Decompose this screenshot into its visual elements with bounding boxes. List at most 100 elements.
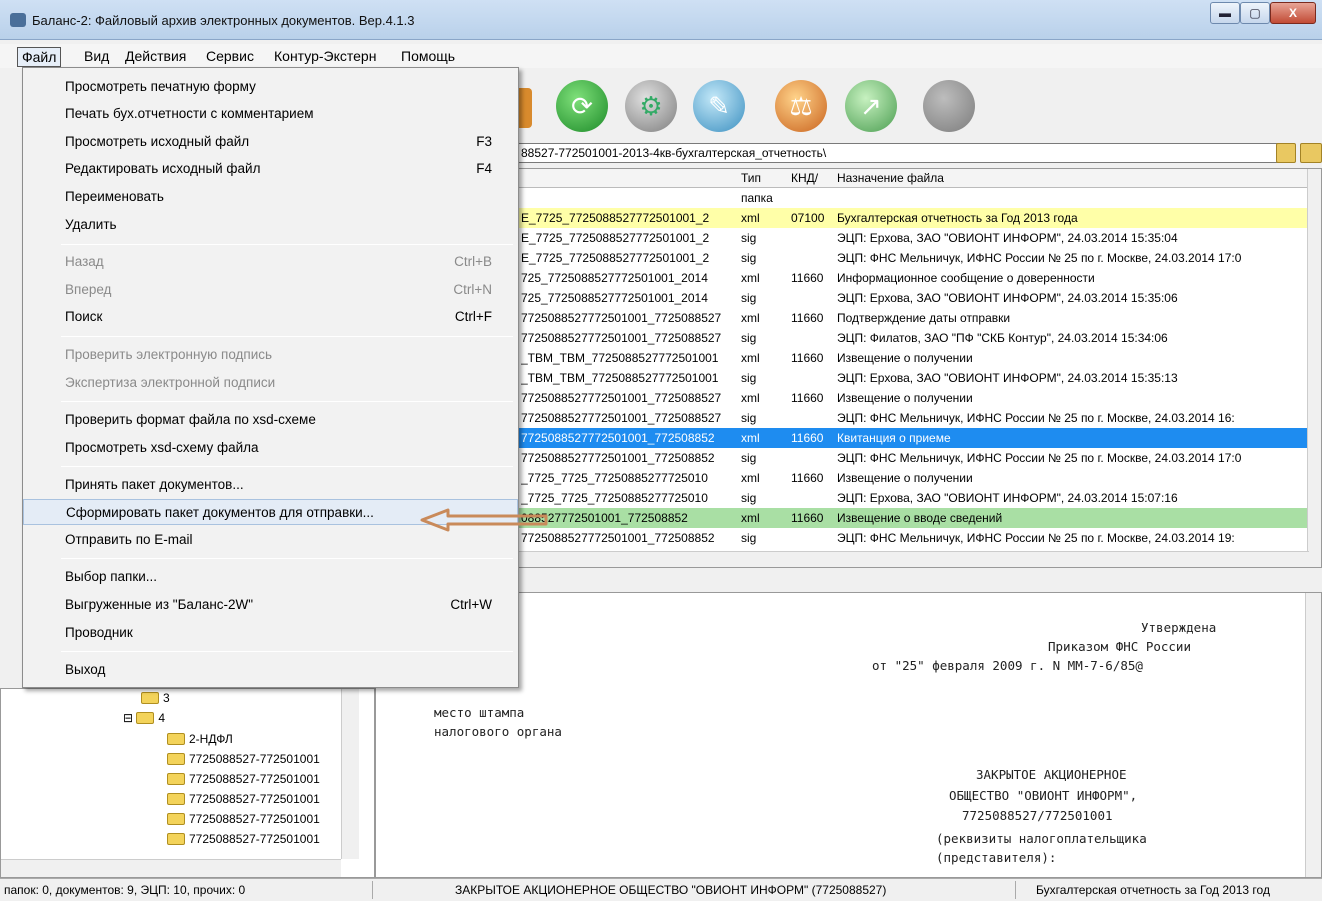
- menu-item-verify-signature[interactable]: Проверить электронную подпись: [23, 342, 518, 368]
- menu-item-shortcut: Ctrl+N: [453, 282, 492, 297]
- folder-up-icon[interactable]: [1276, 143, 1296, 163]
- preview-vscroll[interactable]: [1305, 593, 1321, 877]
- menu-actions[interactable]: Действия: [121, 47, 190, 67]
- file-type: sig: [741, 251, 757, 265]
- menu-item-back[interactable]: Назад Ctrl+B: [23, 249, 518, 275]
- file-row[interactable]: Е_7725_7725088527772501001_2 xml 07100 Бухг…: [519, 208, 1309, 228]
- refresh-icon[interactable]: ⟳: [556, 80, 608, 132]
- disabled-tool-icon[interactable]: [923, 80, 975, 132]
- file-row[interactable]: 7725088527772501001_772508852 xml 11660 Кви…: [519, 428, 1309, 448]
- menu-item-label: Выгруженные из "Баланс-2W": [65, 597, 254, 612]
- menu-item-search[interactable]: Поиск Ctrl+F: [23, 304, 518, 330]
- file-row[interactable]: 725_7725088527772501001_2014 xml 11660 Инфо…: [519, 268, 1309, 288]
- tree-node[interactable]: 7725088527-772501001: [167, 770, 320, 788]
- file-row[interactable]: 7725088527772501001_7725088527 xml 11660 По…: [519, 308, 1309, 328]
- column-type[interactable]: Тип: [741, 171, 761, 185]
- menu-separator: [61, 244, 513, 245]
- column-purpose[interactable]: Назначение файла: [837, 171, 944, 185]
- tree-node-label: 7725088527-772501001: [189, 792, 320, 806]
- file-type: sig: [741, 451, 757, 465]
- file-row[interactable]: папка: [519, 188, 1309, 208]
- menu-item-exported-balance[interactable]: Выгруженные из "Баланс-2W" Ctrl+W: [23, 592, 518, 618]
- file-type: sig: [741, 371, 757, 385]
- tree-node[interactable]: 7725088527-772501001: [167, 790, 320, 808]
- menu-item-shortcut: F3: [476, 134, 492, 149]
- menu-item-edit-source[interactable]: Редактировать исходный файл F4: [23, 156, 518, 182]
- file-type: sig: [741, 491, 757, 505]
- file-knd: 11660: [791, 391, 824, 405]
- menu-item-rename[interactable]: Переименовать: [23, 184, 518, 210]
- menu-item-view-xsd[interactable]: Просмотреть xsd-схему файла: [23, 435, 518, 461]
- tree-node[interactable]: 2-НДФЛ: [167, 730, 233, 748]
- menu-item-accept-package[interactable]: Принять пакет документов...: [23, 472, 518, 498]
- menu-item-label: Проверить формат файла по xsd-схеме: [65, 412, 316, 427]
- file-row[interactable]: 088527772501001_772508852 xml 11660 Извещен…: [519, 508, 1309, 528]
- preview-line: ЗАКРЫТОЕ АКЦИОНЕРНОЕ: [976, 767, 1127, 782]
- file-list-header: Тип КНД/ Назначение файла: [519, 169, 1321, 188]
- column-knd[interactable]: КНД/: [791, 171, 818, 185]
- file-list-vscroll[interactable]: [1307, 169, 1321, 567]
- settings-gears-icon[interactable]: ⚙: [625, 80, 677, 132]
- file-row[interactable]: 7725088527772501001_7725088527 sig ЭЦП: ФН…: [519, 408, 1309, 428]
- menu-item-forward[interactable]: Вперед Ctrl+N: [23, 277, 518, 303]
- file-row[interactable]: _ТВМ_ТВМ_7725088527772501001 sig ЭЦП: Ерхо…: [519, 368, 1309, 388]
- menu-help[interactable]: Помощь: [397, 47, 459, 67]
- file-row[interactable]: _7725_7725_77250885277725010 xml 11660 Изве…: [519, 468, 1309, 488]
- documents-icon[interactable]: ✎: [693, 80, 745, 132]
- minimize-button[interactable]: ▬: [1210, 2, 1240, 24]
- menu-item-delete[interactable]: Удалить: [23, 212, 518, 238]
- tree-vscroll[interactable]: [341, 689, 359, 859]
- tree-node[interactable]: ⊟ 4: [123, 709, 165, 727]
- folder-icon[interactable]: [1300, 143, 1322, 163]
- tree-node[interactable]: 7725088527-772501001: [167, 750, 320, 768]
- tree-node-label: 2-НДФЛ: [189, 732, 233, 746]
- preview-line: налогового органа: [434, 724, 562, 739]
- file-row[interactable]: Е_7725_7725088527772501001_2 sig ЭЦП: ФНС …: [519, 248, 1309, 268]
- status-document: Бухгалтерская отчетность за Год 2013 год: [1036, 883, 1270, 897]
- balance-scales-icon[interactable]: ⚖: [775, 80, 827, 132]
- menu-item-label: Поиск: [65, 309, 103, 324]
- file-row[interactable]: 7725088527772501001_7725088527 xml 11660 Из…: [519, 388, 1309, 408]
- menu-item-label: Редактировать исходный файл: [65, 161, 261, 176]
- file-row[interactable]: 725_7725088527772501001_2014 sig ЭЦП: Ерхо…: [519, 288, 1309, 308]
- menu-item-signature-expertise[interactable]: Экспертиза электронной подписи: [23, 370, 518, 396]
- close-button[interactable]: X: [1270, 2, 1316, 24]
- file-row[interactable]: _7725_7725_77250885277725010 sig ЭЦП: Ерхо…: [519, 488, 1309, 508]
- collapse-icon[interactable]: ⊟: [123, 711, 133, 725]
- menu-item-choose-folder[interactable]: Выбор папки...: [23, 564, 518, 590]
- file-row[interactable]: _ТВМ_ТВМ_7725088527772501001 xml 11660 Изве…: [519, 348, 1309, 368]
- menu-view[interactable]: Вид: [80, 47, 113, 67]
- path-field[interactable]: 88527-772501001-2013-4кв-бухгалтерская_о…: [518, 143, 1291, 163]
- file-name: _ТВМ_ТВМ_7725088527772501001: [521, 351, 719, 365]
- file-row[interactable]: 7725088527772501001_772508852 sig ЭЦП: ФНС…: [519, 448, 1309, 468]
- tree-node[interactable]: 7725088527-772501001: [167, 810, 320, 828]
- menu-separator: [61, 466, 513, 467]
- menu-item-explorer[interactable]: Проводник: [23, 620, 518, 646]
- menu-item-view-source[interactable]: Просмотреть исходный файл F3: [23, 129, 518, 155]
- menu-service[interactable]: Сервис: [202, 47, 258, 67]
- file-list-hscroll[interactable]: [519, 551, 1309, 567]
- tree-node-label: 7725088527-772501001: [189, 832, 320, 846]
- maximize-button[interactable]: ▢: [1240, 2, 1270, 24]
- file-row[interactable]: 7725088527772501001_7725088527 sig ЭЦП: Фи…: [519, 328, 1309, 348]
- menu-separator: [61, 558, 513, 559]
- file-name: Е_7725_7725088527772501001_2: [521, 251, 710, 265]
- menu-item-print-with-comment[interactable]: Печать бух.отчетности с комментарием: [23, 101, 518, 127]
- folder-icon: [167, 833, 185, 845]
- menu-item-exit[interactable]: Выход: [23, 657, 518, 683]
- tree-hscroll[interactable]: [1, 859, 341, 877]
- file-knd: 11660: [791, 351, 824, 365]
- menu-item-check-xsd[interactable]: Проверить формат файла по xsd-схеме: [23, 407, 518, 433]
- file-purpose: ЭЦП: Ерхова, ЗАО "ОВИОНТ ИНФОРМ", 24.03.…: [837, 231, 1178, 245]
- menu-kontur-extern[interactable]: Контур-Экстерн: [270, 47, 380, 67]
- file-row[interactable]: Е_7725_7725088527772501001_2 sig ЭЦП: Ерхо…: [519, 228, 1309, 248]
- folder-tree: 3 ⊟ 4 2-НДФЛ 7725088527-772501001 772508…: [0, 688, 375, 878]
- menu-separator: [61, 336, 513, 337]
- menu-item-view-print-form[interactable]: Просмотреть печатную форму: [23, 74, 518, 100]
- menu-file[interactable]: Файл: [17, 47, 62, 67]
- tree-node[interactable]: 3: [141, 689, 170, 707]
- file-row[interactable]: 7725088527772501001_772508852 sig ЭЦП: ФНС…: [519, 528, 1309, 548]
- tree-node[interactable]: 7725088527-772501001: [167, 830, 320, 848]
- file-type: папка: [741, 191, 773, 205]
- chart-icon[interactable]: ↗: [845, 80, 897, 132]
